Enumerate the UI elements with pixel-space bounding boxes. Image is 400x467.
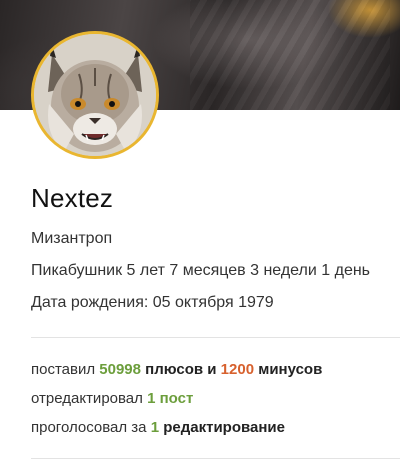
profile-member-since: Пикабушник 5 лет 7 месяцев 3 недели 1 де… — [31, 262, 371, 279]
avatar[interactable] — [31, 31, 159, 159]
profile-status: Мизантроп — [31, 230, 113, 247]
stat-voted-suffix: редактирование — [163, 419, 285, 436]
divider — [31, 458, 400, 459]
stat-votes-prefix: поставил — [31, 361, 96, 378]
profile-birthday: Дата рождения: 05 октября 1979 — [31, 294, 274, 311]
cover-texture — [190, 0, 390, 110]
divider — [31, 337, 400, 338]
lynx-avatar-icon — [34, 34, 156, 156]
profile-name: Nextez — [31, 183, 114, 213]
stat-votes-line: поставил 50998 плюсов и 1200 минусов — [31, 361, 322, 378]
stat-votes-mid: плюсов и — [145, 361, 217, 378]
stat-voted-line: проголосовал за 1 редактирование — [31, 419, 285, 436]
stat-edited-prefix: отредактировал — [31, 390, 143, 407]
edited-posts-link[interactable]: 1 пост — [147, 390, 193, 407]
stat-edited-line: отредактировал 1 пост — [31, 390, 193, 407]
stat-voted-prefix: проголосовал за — [31, 419, 147, 436]
voted-count: 1 — [150, 419, 160, 436]
stat-votes-suffix: минусов — [258, 361, 323, 378]
minuses-count: 1200 — [220, 361, 255, 378]
pluses-count: 50998 — [99, 361, 141, 378]
